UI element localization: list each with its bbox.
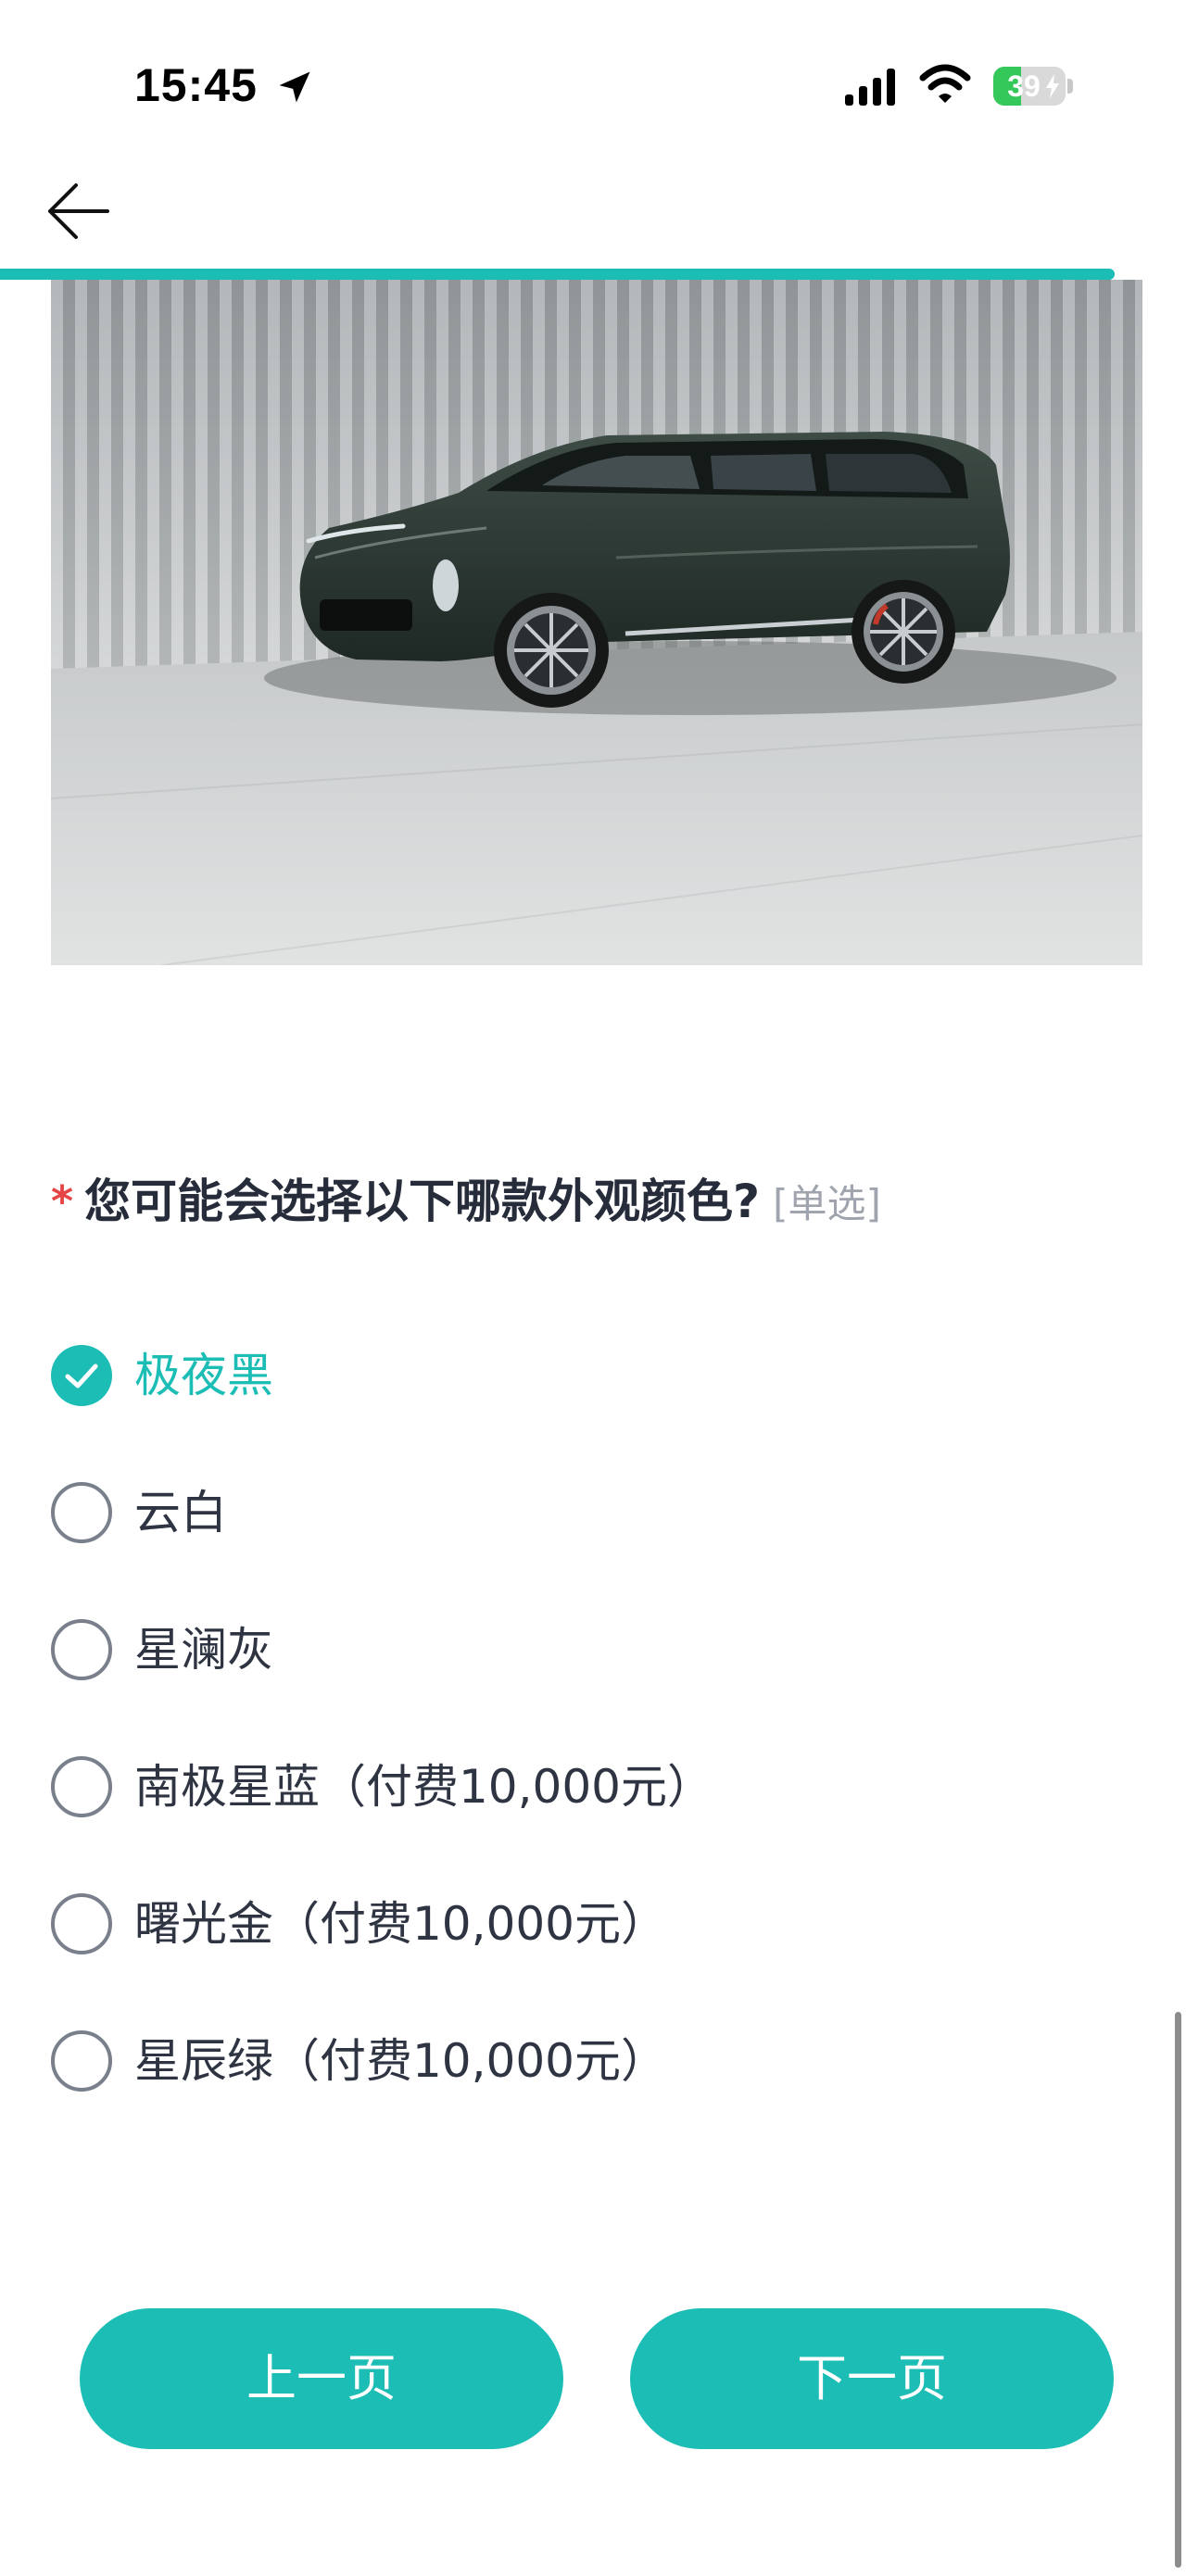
option-shu-guang-jin[interactable]: 曙光金（付费10,000元） — [51, 1882, 1070, 1966]
battery-cap — [1067, 79, 1073, 94]
scrollbar[interactable] — [1175, 2012, 1181, 2568]
location-arrow-icon — [279, 71, 310, 103]
question-title: * 您可能会选择以下哪款外观颜色? [单选] — [51, 1169, 1135, 1245]
battery-indicator: 39 — [993, 67, 1073, 106]
cellular-signal-icon — [845, 69, 895, 106]
progress-fill — [0, 269, 1116, 280]
option-nan-ji-xing-lan[interactable]: 南极星蓝（付费10,000元） — [51, 1745, 1070, 1828]
back-button[interactable] — [37, 174, 120, 248]
option-label: 南极星蓝（付费10,000元） — [134, 1760, 713, 1814]
option-label: 云白 — [134, 1486, 227, 1539]
question-type-tag: [单选] — [773, 1181, 881, 1226]
radio-unchecked[interactable] — [51, 1756, 112, 1817]
option-xing-lan-hui[interactable]: 星澜灰 — [51, 1608, 1070, 1691]
option-label: 曙光金（付费10,000元） — [134, 1897, 667, 1951]
car-image — [51, 280, 1142, 965]
radio-unchecked[interactable] — [51, 2030, 112, 2092]
radio-unchecked[interactable] — [51, 1619, 112, 1680]
option-ji-ye-hei[interactable]: 极夜黑 — [51, 1334, 1070, 1417]
charging-bolt-icon — [1046, 74, 1059, 98]
option-label: 极夜黑 — [134, 1349, 273, 1402]
next-page-button[interactable]: 下一页 — [630, 2308, 1114, 2449]
option-xing-chen-lv[interactable]: 星辰绿（付费10,000元） — [51, 2019, 1070, 2103]
battery-body: 39 — [993, 67, 1066, 106]
required-mark: * — [51, 1176, 74, 1226]
wifi-icon — [919, 64, 971, 103]
option-label: 星辰绿（付费10,000元） — [134, 2034, 667, 2088]
radio-unchecked[interactable] — [51, 1482, 112, 1543]
previous-page-button[interactable]: 上一页 — [80, 2308, 563, 2449]
status-time: 15:45 — [134, 59, 258, 111]
option-label: 星澜灰 — [134, 1623, 273, 1677]
question-text: 您可能会选择以下哪款外观颜色? — [84, 1175, 761, 1228]
radio-checked[interactable] — [51, 1345, 112, 1406]
option-yun-bai[interactable]: 云白 — [51, 1471, 1070, 1554]
radio-unchecked[interactable] — [51, 1893, 112, 1954]
status-bar: 15:45 39 — [0, 0, 1186, 176]
checkmark-icon — [65, 1363, 98, 1389]
arrow-left-icon — [48, 183, 109, 239]
progress-bar — [0, 269, 1186, 280]
